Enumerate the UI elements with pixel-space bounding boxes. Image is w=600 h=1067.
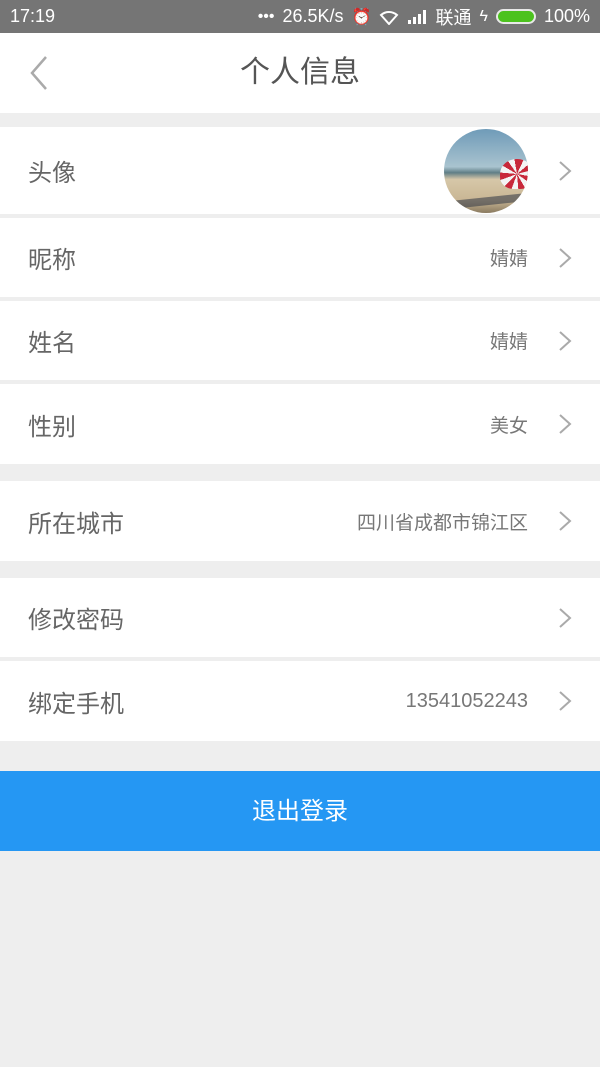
- row-value: 13541052243: [405, 689, 528, 712]
- battery-icon: [495, 9, 536, 24]
- row-label: 姓名: [28, 329, 76, 357]
- row-name[interactable]: 姓名 婧婧: [0, 301, 600, 380]
- status-indicators: ••• 26.5K/s ⏰ 联通 ϟ 100%: [258, 4, 590, 30]
- row-city[interactable]: 所在城市 四川省成都市锦江区: [0, 481, 600, 561]
- chevron-right-icon: [559, 511, 572, 531]
- avatar: [444, 128, 528, 213]
- row-value: 婧婧: [489, 331, 528, 353]
- row-value: 婧婧: [489, 248, 528, 270]
- status-bar: 17:19 ••• 26.5K/s ⏰ 联通 ϟ 100%: [0, 0, 600, 33]
- status-time: 17:19: [10, 6, 56, 26]
- row-label: 性别: [28, 412, 76, 441]
- chevron-right-icon: [559, 414, 572, 434]
- chevron-right-icon: [559, 330, 572, 351]
- chevron-right-icon: [559, 247, 572, 268]
- row-avatar[interactable]: 头像: [0, 127, 600, 214]
- row-label: 修改密码: [28, 606, 124, 634]
- alarm-icon: ⏰: [351, 8, 372, 26]
- row-value: 美女: [489, 414, 528, 437]
- signal-icon: [408, 9, 427, 24]
- chevron-right-icon: [559, 691, 572, 711]
- app-header: 个人信息: [0, 33, 600, 113]
- row-label: 所在城市: [28, 509, 124, 538]
- network-speed: 26.5K/s: [282, 6, 344, 26]
- chevron-right-icon: [559, 607, 572, 628]
- row-nickname[interactable]: 昵称 婧婧: [0, 218, 600, 297]
- row-value: 四川省成都市锦江区: [356, 511, 528, 534]
- row-bind-phone[interactable]: 绑定手机 13541052243: [0, 661, 600, 741]
- wifi-icon: [380, 10, 399, 25]
- charging-icon: ϟ: [479, 7, 488, 25]
- battery-percent: 100%: [543, 6, 590, 26]
- chevron-right-icon: [559, 160, 572, 181]
- carrier-name: 联通: [435, 7, 472, 28]
- row-label: 昵称: [28, 246, 76, 274]
- logout-button[interactable]: 退出登录: [0, 771, 600, 851]
- dots-icon: •••: [257, 7, 275, 25]
- row-label: 绑定手机: [28, 689, 124, 718]
- row-gender[interactable]: 性别 美女: [0, 384, 600, 464]
- page-title: 个人信息: [240, 55, 360, 90]
- row-label: 头像: [28, 159, 76, 187]
- row-change-password[interactable]: 修改密码: [0, 578, 600, 657]
